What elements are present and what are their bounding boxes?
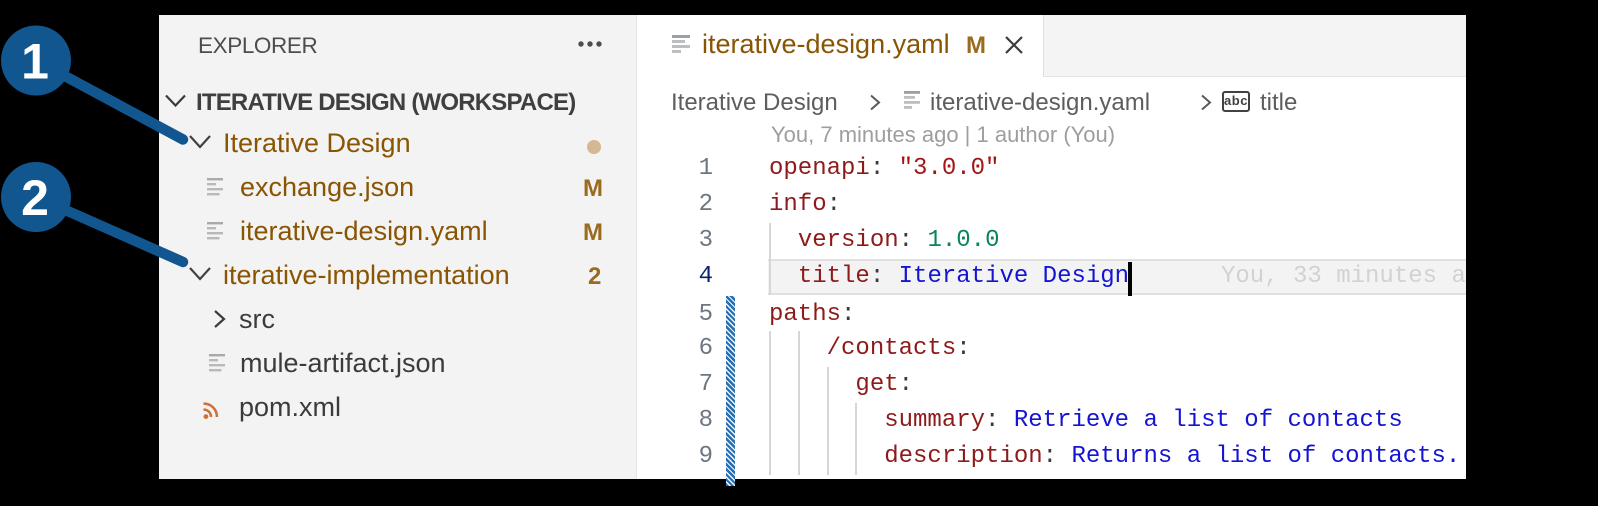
svg-text:1: 1 (21, 34, 49, 90)
svg-text:2: 2 (21, 170, 49, 226)
